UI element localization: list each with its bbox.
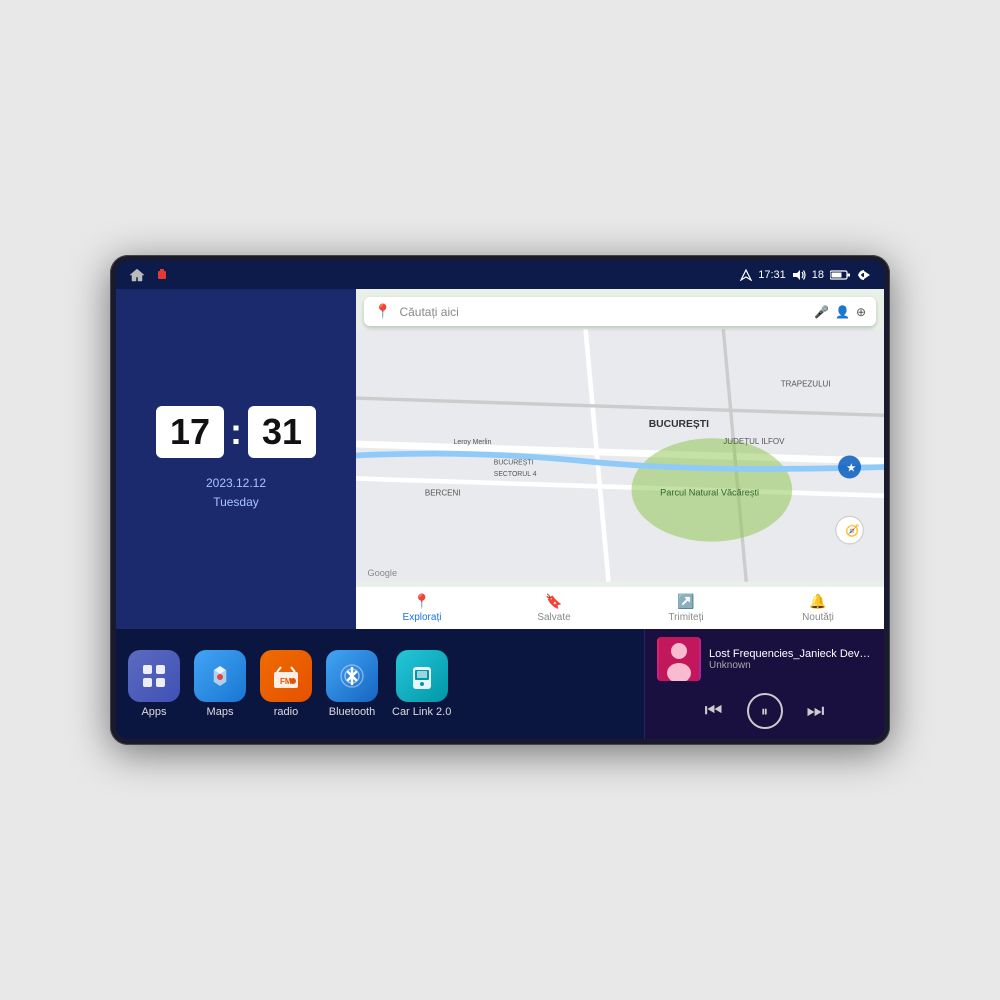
main-content: 17 : 31 2023.12.12 Tuesday 📍 Căutați aic… bbox=[116, 289, 884, 739]
svg-text:★: ★ bbox=[846, 463, 856, 475]
clock-display: 17 : 31 bbox=[156, 406, 316, 458]
map-search-text[interactable]: Căutați aici bbox=[399, 305, 806, 319]
mic-icon[interactable]: 🎤 bbox=[814, 305, 829, 319]
svg-text:TRAPEZULUI: TRAPEZULUI bbox=[781, 380, 831, 389]
svg-text:BUCUREȘTI: BUCUREȘTI bbox=[649, 419, 709, 430]
app-label-maps: Maps bbox=[207, 706, 234, 718]
status-bar: 17:31 18 bbox=[116, 261, 884, 289]
album-art-svg bbox=[659, 637, 699, 681]
gps-icon bbox=[740, 269, 752, 281]
carlink-svg-icon bbox=[408, 662, 436, 690]
status-left bbox=[128, 267, 170, 283]
clock-date: 2023.12.12 Tuesday bbox=[206, 474, 266, 512]
status-signal: 18 bbox=[812, 269, 824, 281]
app-icon-radio: FM bbox=[260, 650, 312, 702]
app-item-maps[interactable]: Maps bbox=[194, 650, 246, 718]
app-item-bluetooth[interactable]: Bluetooth bbox=[326, 650, 378, 718]
device-shell: 17:31 18 bbox=[110, 255, 890, 745]
back-icon[interactable] bbox=[856, 268, 872, 282]
svg-text:BERCENI: BERCENI bbox=[425, 489, 461, 498]
clock-minutes: 31 bbox=[248, 406, 316, 458]
map-body: BUCUREȘTI JUDEȚUL ILFOV BERCENI TRAPEZUL… bbox=[356, 325, 884, 586]
bottom-section: Apps Maps bbox=[116, 629, 884, 739]
radio-svg-icon: FM bbox=[271, 662, 301, 690]
svg-text:SECTORUL 4: SECTORUL 4 bbox=[494, 471, 537, 478]
apps-svg-icon bbox=[140, 662, 168, 690]
app-label-carlink: Car Link 2.0 bbox=[392, 706, 451, 718]
top-section: 17 : 31 2023.12.12 Tuesday 📍 Căutați aic… bbox=[116, 289, 884, 629]
map-tab-news-label: Noutăți bbox=[802, 612, 834, 623]
map-search-icons: 🎤 👤 ⊕ bbox=[814, 305, 866, 319]
map-tab-explore[interactable]: 📍 Explorați bbox=[356, 593, 488, 623]
account-icon[interactable]: 👤 bbox=[835, 305, 850, 319]
map-tab-share-label: Trimiteți bbox=[668, 612, 703, 623]
status-time: 17:31 bbox=[758, 269, 786, 281]
map-tab-explore-label: Explorați bbox=[403, 612, 442, 623]
album-art bbox=[657, 637, 701, 681]
home-icon[interactable] bbox=[128, 267, 146, 283]
map-bottom-bar: 📍 Explorați 🔖 Salvate ↗️ Trimiteți � bbox=[356, 586, 884, 629]
app-item-carlink[interactable]: Car Link 2.0 bbox=[392, 650, 451, 718]
app-item-apps[interactable]: Apps bbox=[128, 650, 180, 718]
music-artist: Unknown bbox=[709, 660, 872, 671]
svg-text:Leroy Merlin: Leroy Merlin bbox=[454, 439, 492, 446]
map-search-bar[interactable]: 📍 Căutați aici 🎤 👤 ⊕ bbox=[364, 297, 876, 326]
status-right: 17:31 18 bbox=[740, 268, 872, 282]
app-icon-apps bbox=[128, 650, 180, 702]
clock-widget: 17 : 31 2023.12.12 Tuesday bbox=[116, 289, 356, 629]
app-icon-bluetooth bbox=[326, 650, 378, 702]
screen: 17:31 18 bbox=[116, 261, 884, 739]
next-button[interactable]: ⏭ bbox=[807, 700, 825, 723]
apps-area: Apps Maps bbox=[116, 629, 644, 739]
music-title: Lost Frequencies_Janieck Devy-... bbox=[709, 648, 872, 660]
bluetooth-svg-icon bbox=[338, 662, 366, 690]
svg-text:Parcul Natural Văcărești: Parcul Natural Văcărești bbox=[660, 488, 759, 498]
play-pause-button[interactable]: ⏸ bbox=[747, 693, 783, 729]
music-info: Lost Frequencies_Janieck Devy-... Unknow… bbox=[657, 637, 872, 681]
app-icon-maps bbox=[194, 650, 246, 702]
map-tab-news[interactable]: 🔔 Noutăți bbox=[752, 593, 884, 623]
app-label-bluetooth: Bluetooth bbox=[329, 706, 375, 718]
clock-hours: 17 bbox=[156, 406, 224, 458]
svg-text:JUDEȚUL ILFOV: JUDEȚUL ILFOV bbox=[723, 437, 785, 446]
volume-icon bbox=[792, 269, 806, 281]
layers-icon[interactable]: ⊕ bbox=[856, 305, 866, 319]
app-label-radio: radio bbox=[274, 706, 298, 718]
prev-button[interactable]: ⏮ bbox=[705, 700, 723, 723]
map-tab-saved-label: Salvate bbox=[537, 612, 570, 623]
app-label-apps: Apps bbox=[141, 706, 166, 718]
explore-icon: 📍 bbox=[413, 593, 430, 610]
news-icon: 🔔 bbox=[809, 593, 826, 610]
saved-icon: 🔖 bbox=[545, 593, 562, 610]
map-widget[interactable]: 📍 Căutați aici 🎤 👤 ⊕ bbox=[356, 289, 884, 629]
map-svg: BUCUREȘTI JUDEȚUL ILFOV BERCENI TRAPEZUL… bbox=[356, 325, 884, 586]
map-tab-saved[interactable]: 🔖 Salvate bbox=[488, 593, 620, 623]
battery-icon bbox=[830, 270, 850, 280]
share-icon: ↗️ bbox=[677, 593, 694, 610]
music-text: Lost Frequencies_Janieck Devy-... Unknow… bbox=[709, 648, 872, 671]
map-tab-share[interactable]: ↗️ Trimiteți bbox=[620, 593, 752, 623]
music-controls: ⏮ ⏸ ⏭ bbox=[657, 693, 872, 729]
svg-text:Google: Google bbox=[367, 568, 397, 578]
map-pin-icon: 📍 bbox=[374, 303, 391, 320]
navigation-icon[interactable] bbox=[154, 267, 170, 283]
svg-text:BUCUREȘTI: BUCUREȘTI bbox=[494, 460, 534, 467]
music-player: Lost Frequencies_Janieck Devy-... Unknow… bbox=[644, 629, 884, 739]
clock-colon: : bbox=[230, 411, 242, 453]
app-item-radio[interactable]: FM radio bbox=[260, 650, 312, 718]
svg-text:🧭: 🧭 bbox=[845, 524, 859, 538]
app-icon-carlink bbox=[396, 650, 448, 702]
maps-svg-icon bbox=[206, 662, 234, 690]
